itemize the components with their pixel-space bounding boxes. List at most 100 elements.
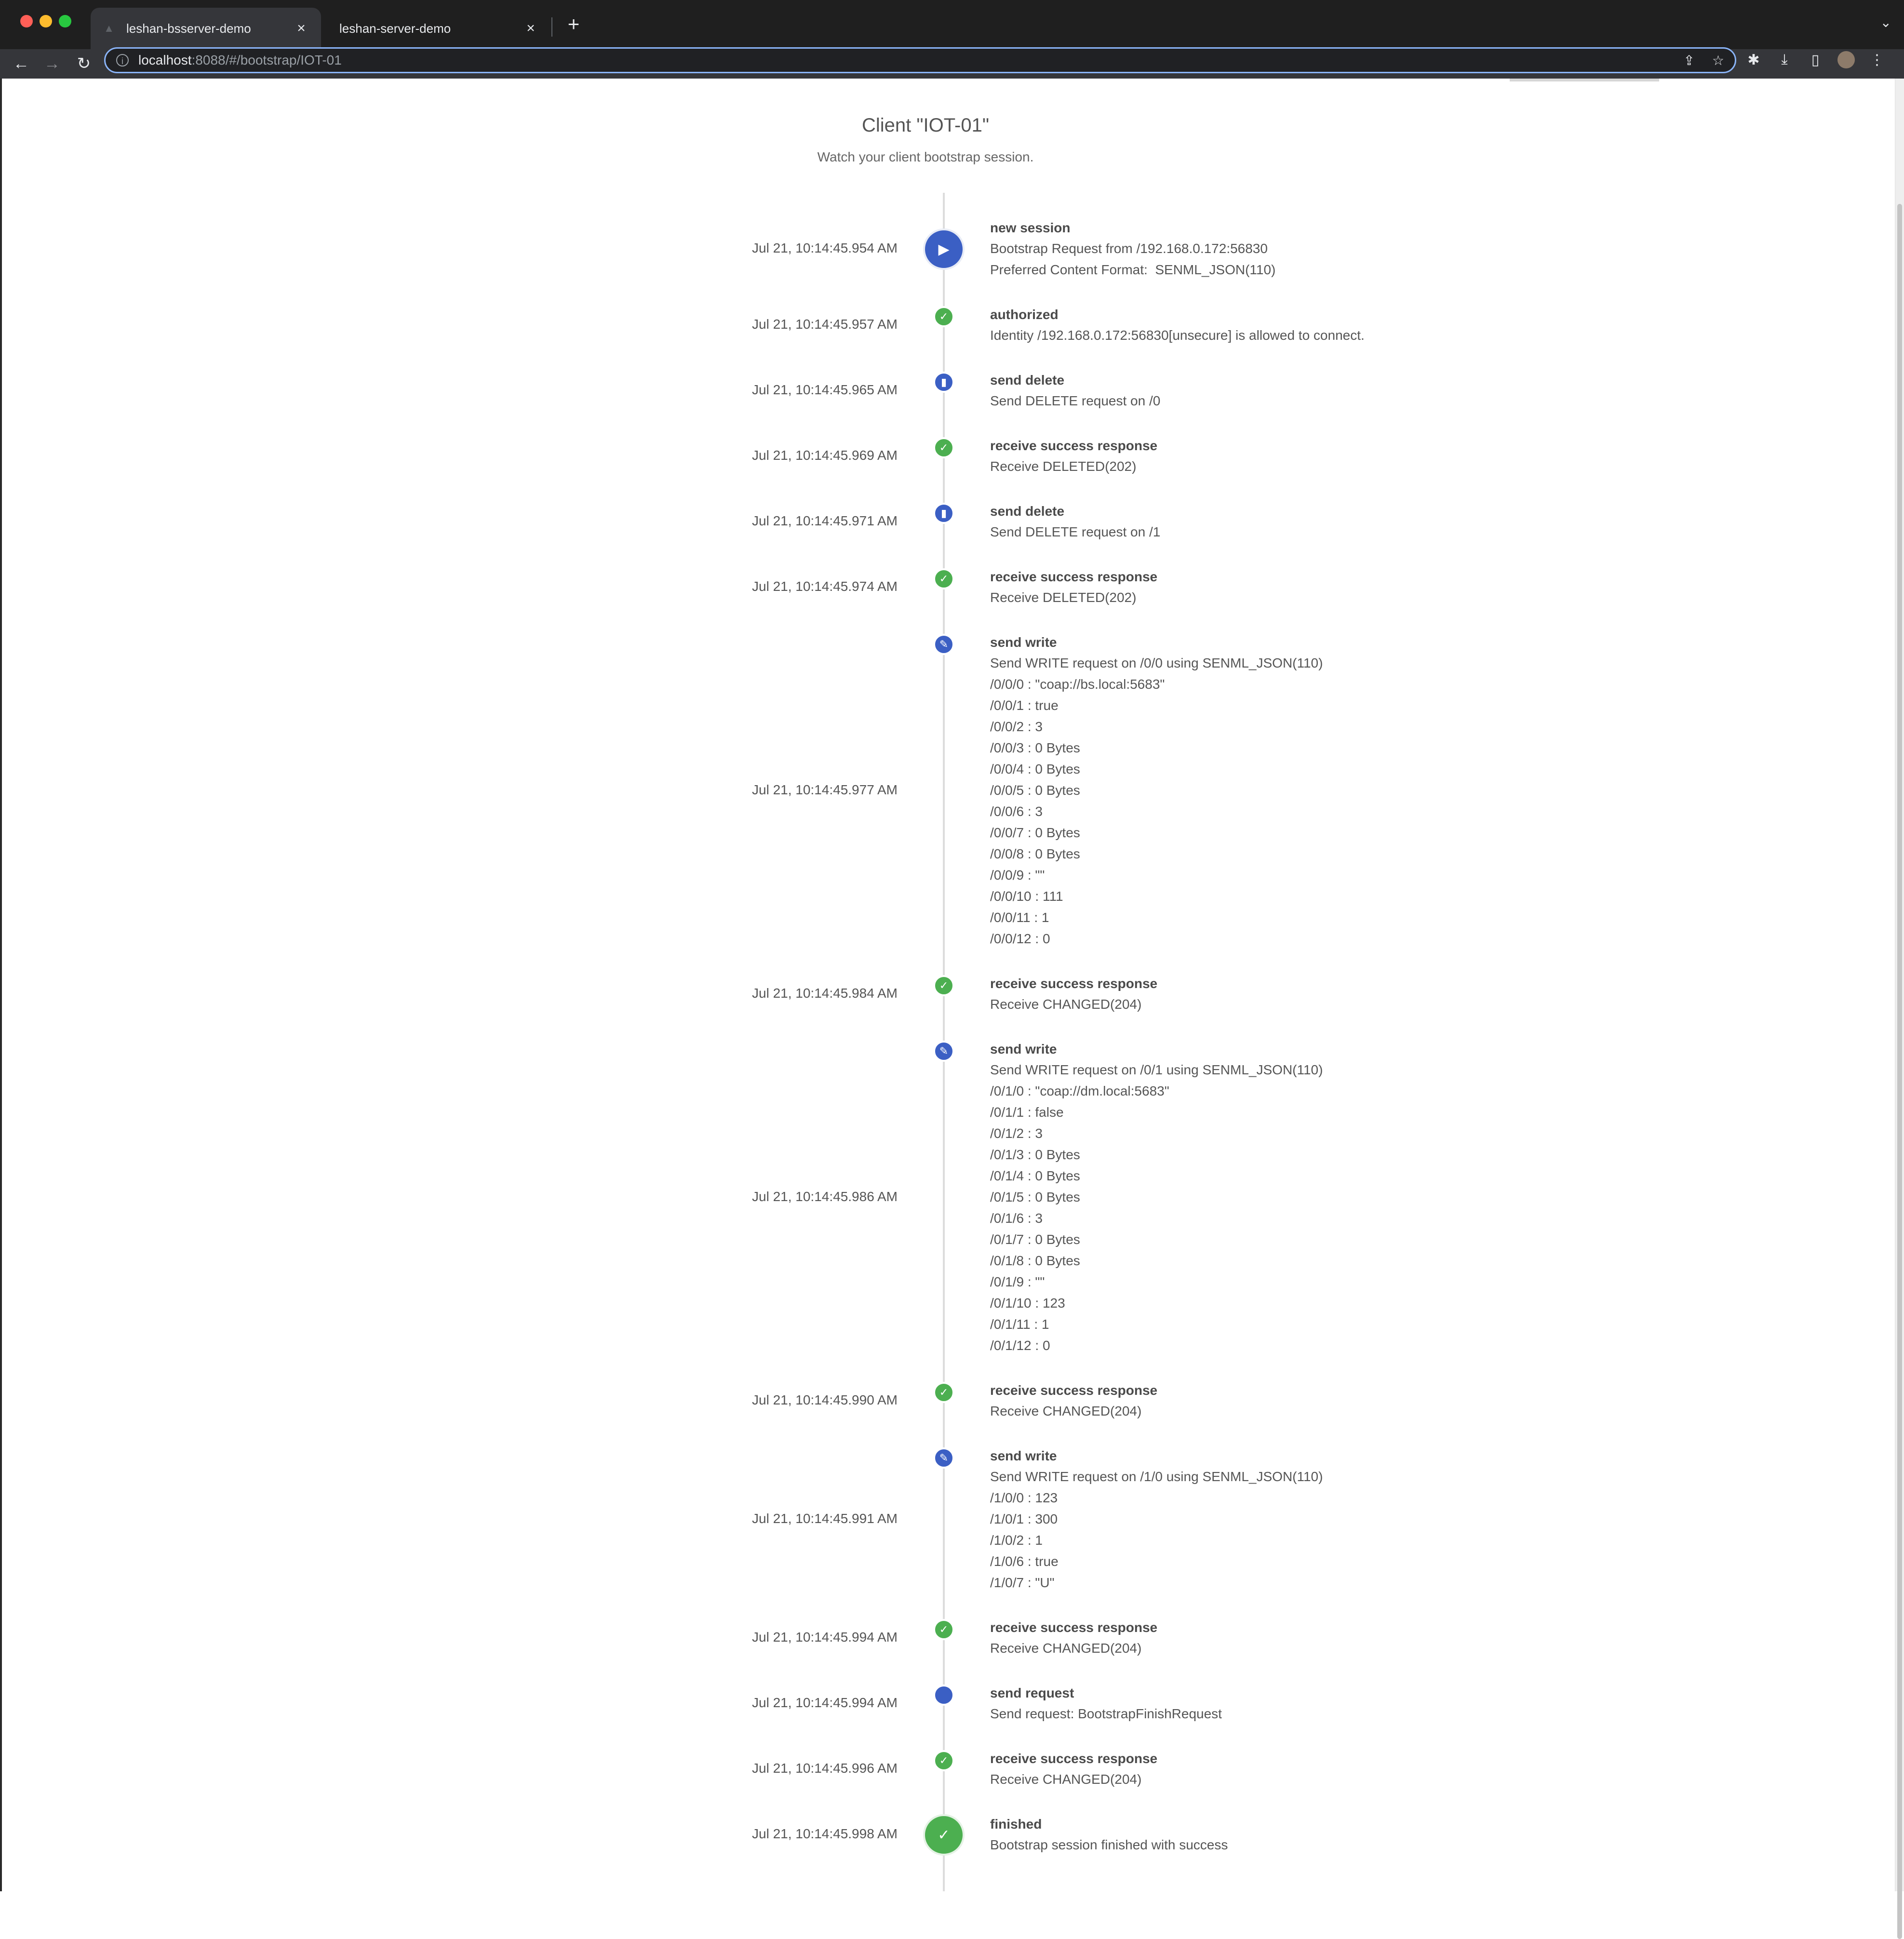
close-tab-icon[interactable]: × (523, 20, 539, 37)
event-detail-line: /0/1/1 : false (990, 1105, 1064, 1120)
event-details: send delete Send DELETE request on /0 (990, 370, 1160, 412)
event-detail-line: /1/0/0 : 123 (990, 1490, 1058, 1505)
event-details: send write Send WRITE request on /1/0 usi… (990, 1445, 1323, 1593)
event-timestamp: Jul 21, 10:14:45.974 AM (752, 579, 898, 594)
event-detail-line: /0/0/4 : 0 Bytes (990, 762, 1080, 776)
event-details: new session Bootstrap Request from /192.1… (990, 217, 1275, 281)
event-title: send request (990, 1685, 1074, 1700)
event-title: send write (990, 1042, 1057, 1056)
url-host: localhost (138, 53, 192, 67)
event-detail-line: /0/1/7 : 0 Bytes (990, 1232, 1080, 1247)
event-detail-line: /0/1/12 : 0 (990, 1338, 1050, 1353)
event-title: new session (990, 220, 1071, 235)
check-icon: ✓ (933, 1382, 954, 1403)
event-detail-line: Receive CHANGED(204) (990, 997, 1142, 1012)
event-detail-line: /0/1/6 : 3 (990, 1211, 1043, 1226)
event-detail-line: Identity /192.168.0.172:56830[unsecure] … (990, 328, 1365, 343)
scrollbar-track[interactable] (1895, 79, 1904, 1939)
event-timestamp: Jul 21, 10:14:45.990 AM (752, 1392, 898, 1407)
side-panel-icon[interactable]: ▯ (1807, 52, 1824, 68)
event-timestamp: Jul 21, 10:14:45.996 AM (752, 1761, 898, 1776)
event-details: receive success response Receive CHANGED(… (990, 1617, 1157, 1659)
event-detail-line: Send DELETE request on /1 (990, 524, 1161, 539)
new-tab-button[interactable]: + (564, 14, 583, 34)
event-detail-line: Send request: BootstrapFinishRequest (990, 1706, 1222, 1721)
pencil-icon: ✎ (933, 1447, 954, 1469)
site-info-icon[interactable]: i (116, 54, 129, 67)
toolbar-icons: ✱ ⤓ ▯ ⋮ (1745, 51, 1886, 68)
event-details: send delete Send DELETE request on /1 (990, 501, 1160, 543)
event-detail-line: /0/0/11 : 1 (990, 910, 1049, 925)
window-edge (0, 79, 2, 1891)
event-detail-line: /0/1/8 : 0 Bytes (990, 1253, 1080, 1268)
event-details: receive success response Receive CHANGED(… (990, 1748, 1157, 1790)
close-tab-icon[interactable]: × (293, 20, 309, 37)
event-details: authorized Identity /192.168.0.172:56830[… (990, 304, 1365, 346)
download-icon[interactable]: ⤓ (1776, 52, 1793, 68)
event-detail-line: /1/0/7 : "U" (990, 1575, 1055, 1590)
event-detail-line: Receive DELETED(202) (990, 459, 1137, 474)
close-window-button[interactable] (20, 15, 33, 27)
check-icon: ✓ (933, 1750, 954, 1771)
event-detail-line: /0/0/2 : 3 (990, 719, 1043, 734)
check-icon: ✓ (933, 437, 954, 458)
event-detail-line: Receive DELETED(202) (990, 590, 1137, 605)
event-detail-line: /0/0/8 : 0 Bytes (990, 846, 1080, 861)
event-title: receive success response (990, 438, 1158, 453)
event-timestamp: Jul 21, 10:14:45.994 AM (752, 1695, 898, 1710)
extensions-puzzle-icon[interactable]: ✱ (1745, 52, 1762, 68)
event-detail-line: /0/1/0 : "coap://dm.local:5683" (990, 1083, 1169, 1098)
event-detail-line: /0/0/0 : "coap://bs.local:5683" (990, 677, 1165, 692)
browser-menu-icon[interactable]: ⋮ (1868, 52, 1886, 68)
reload-icon[interactable]: ↻ (71, 51, 96, 76)
maximize-window-button[interactable] (59, 15, 71, 27)
url-path: :8088/#/bootstrap/IOT-01 (191, 53, 342, 67)
scrollbar-thumb[interactable] (1897, 204, 1902, 1939)
event-timestamp: Jul 21, 10:14:45.957 AM (752, 317, 898, 332)
tab-title: leshan-server-demo (339, 21, 451, 36)
browser-chrome: ▲ leshan-bsserver-demo × leshan-server-d… (0, 0, 1904, 79)
event-detail-line: /0/0/1 : true (990, 698, 1059, 713)
check-icon: ✓ (933, 568, 954, 589)
event-detail-line: /1/0/2 : 1 (990, 1533, 1043, 1548)
event-detail-line: Preferred Content Format: SENML_JSON(110… (990, 262, 1276, 277)
event-title: receive success response (990, 976, 1158, 991)
event-timestamp: Jul 21, 10:14:45.965 AM (752, 382, 898, 397)
event-timestamp: Jul 21, 10:14:45.954 AM (752, 241, 898, 255)
tab-search-chevron-icon[interactable]: ⌄ (1880, 14, 1891, 30)
minimize-window-button[interactable] (40, 15, 52, 27)
event-detail-line: Send DELETE request on /0 (990, 393, 1161, 408)
share-icon[interactable]: ⇪ (1683, 53, 1694, 68)
event-detail-line: /0/1/4 : 0 Bytes (990, 1168, 1080, 1183)
event-detail-line: /0/1/5 : 0 Bytes (990, 1190, 1080, 1204)
event-detail-line: Send WRITE request on /0/0 using SENML_J… (990, 655, 1323, 670)
event-details: send write Send WRITE request on /0/1 usi… (990, 1039, 1323, 1356)
event-detail-line: Send WRITE request on /0/1 using SENML_J… (990, 1062, 1323, 1077)
check-icon: ✓ (933, 975, 954, 996)
back-arrow-icon[interactable]: ← (9, 51, 34, 76)
event-detail-line: /0/0/3 : 0 Bytes (990, 740, 1080, 755)
event-detail-line: Receive CHANGED(204) (990, 1404, 1142, 1418)
event-detail-line: /1/0/1 : 300 (990, 1511, 1058, 1526)
tab-leshan-bsserver-demo[interactable]: ▲ leshan-bsserver-demo × (91, 8, 321, 49)
address-bar[interactable]: i localhost:8088/#/bootstrap/IOT-01 ⇪ ☆ (104, 47, 1736, 73)
event-title: finished (990, 1817, 1042, 1832)
event-detail-line: Bootstrap Request from /192.168.0.172:56… (990, 241, 1268, 256)
check-icon: ✓ (933, 1619, 954, 1640)
event-timestamp: Jul 21, 10:14:45.969 AM (752, 448, 898, 463)
event-timestamp: Jul 21, 10:14:45.986 AM (752, 1189, 898, 1204)
event-detail-line: Bootstrap session finished with success (990, 1837, 1228, 1852)
event-title: send delete (990, 504, 1065, 519)
bookmark-star-icon[interactable]: ☆ (1712, 53, 1724, 68)
event-detail-line: /0/0/12 : 0 (990, 931, 1050, 946)
event-timestamp: Jul 21, 10:14:45.977 AM (752, 782, 898, 797)
event-detail-line: Receive CHANGED(204) (990, 1772, 1142, 1787)
forward-arrow-icon[interactable]: → (40, 51, 65, 76)
event-detail-line: /0/1/2 : 3 (990, 1126, 1043, 1141)
event-detail-line: /0/0/7 : 0 Bytes (990, 825, 1080, 840)
tab-leshan-server-demo[interactable]: leshan-server-demo × (328, 8, 550, 49)
profile-avatar[interactable] (1837, 51, 1855, 68)
event-title: receive success response (990, 1383, 1158, 1398)
event-timestamp: Jul 21, 10:14:45.994 AM (752, 1630, 898, 1645)
page-title: Client "IOT-01" (861, 115, 990, 136)
